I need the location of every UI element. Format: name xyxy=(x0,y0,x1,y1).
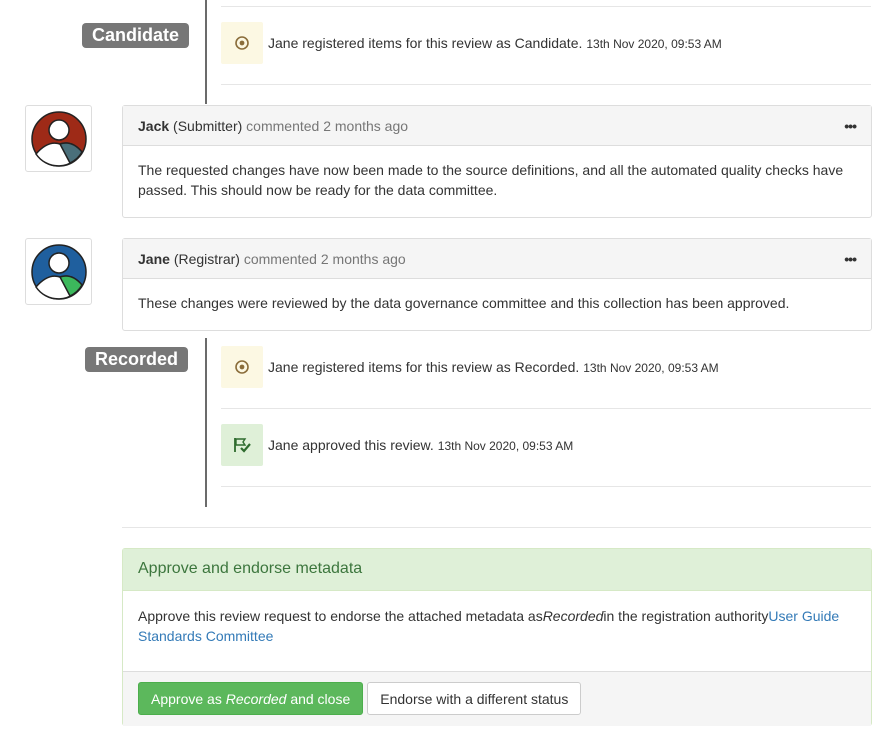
event-time: 13th Nov 2020, 09:53 AM xyxy=(583,361,719,375)
timeline-event-approved: Jane approved this review. 13th Nov 2020,… xyxy=(221,424,871,466)
comment-author[interactable]: Jane xyxy=(138,251,170,267)
timeline-line xyxy=(205,338,207,507)
approve-and-close-button[interactable]: Approve as Recorded and close xyxy=(138,682,364,715)
timeline-event-candidate: Jane registered items for this review as… xyxy=(221,22,871,64)
comment-menu-button[interactable]: ••• xyxy=(844,251,857,267)
event-text: Jane registered items for this review as… xyxy=(268,35,722,51)
timeline-divider xyxy=(221,486,871,487)
approve-panel-footer: Approve as Recorded and close Endorse wi… xyxy=(123,671,871,726)
timeline-divider xyxy=(221,84,871,85)
timeline-line xyxy=(205,0,207,104)
avatar-jane[interactable] xyxy=(25,238,92,305)
timeline-divider xyxy=(221,6,871,7)
endorse-different-status-button[interactable]: Endorse with a different status xyxy=(367,682,582,715)
comment-role: (Submitter) xyxy=(173,117,243,134)
comment-body: The requested changes have now been made… xyxy=(138,162,844,198)
approve-panel-body: Approve this review request to endorse t… xyxy=(138,608,840,644)
avatar-jack[interactable] xyxy=(25,105,92,172)
comment-body: These changes were reviewed by the data … xyxy=(138,295,790,311)
event-text: Jane registered items for this review as… xyxy=(268,359,719,375)
status-circle-icon xyxy=(221,22,263,64)
comment-role: (Registrar) xyxy=(173,250,240,267)
timeline-divider xyxy=(221,408,871,409)
comment-header: Jack (Submitter) commented 2 months ago … xyxy=(123,106,871,146)
approve-panel-title: Approve and endorse metadata xyxy=(123,549,871,591)
user-avatar-icon xyxy=(30,243,87,300)
status-label-recorded: Recorded xyxy=(85,347,189,372)
comment-jack: Jack (Submitter) commented 2 months ago … xyxy=(122,105,872,218)
comment-author[interactable]: Jack xyxy=(138,118,169,134)
status-circle-icon xyxy=(221,346,263,388)
event-time: 13th Nov 2020, 09:53 AM xyxy=(437,439,574,453)
section-divider xyxy=(122,527,871,528)
user-avatar-icon xyxy=(30,110,87,167)
timeline-event-recorded: Jane registered items for this review as… xyxy=(221,346,871,388)
event-text: Jane approved this review. 13th Nov 2020,… xyxy=(268,437,574,453)
status-label-candidate: Candidate xyxy=(82,23,190,48)
flag-check-icon xyxy=(221,424,263,466)
comment-header: Jane (Registrar) commented 2 months ago … xyxy=(123,239,871,279)
comment-action: commented 2 months ago xyxy=(243,250,406,267)
comment-menu-button[interactable]: ••• xyxy=(844,118,857,134)
event-time: 13th Nov 2020, 09:53 AM xyxy=(586,37,722,51)
comment-action: commented 2 months ago xyxy=(246,117,409,134)
comment-jane: Jane (Registrar) commented 2 months ago … xyxy=(122,238,872,331)
approve-panel: Approve and endorse metadata Approve thi… xyxy=(122,548,872,726)
